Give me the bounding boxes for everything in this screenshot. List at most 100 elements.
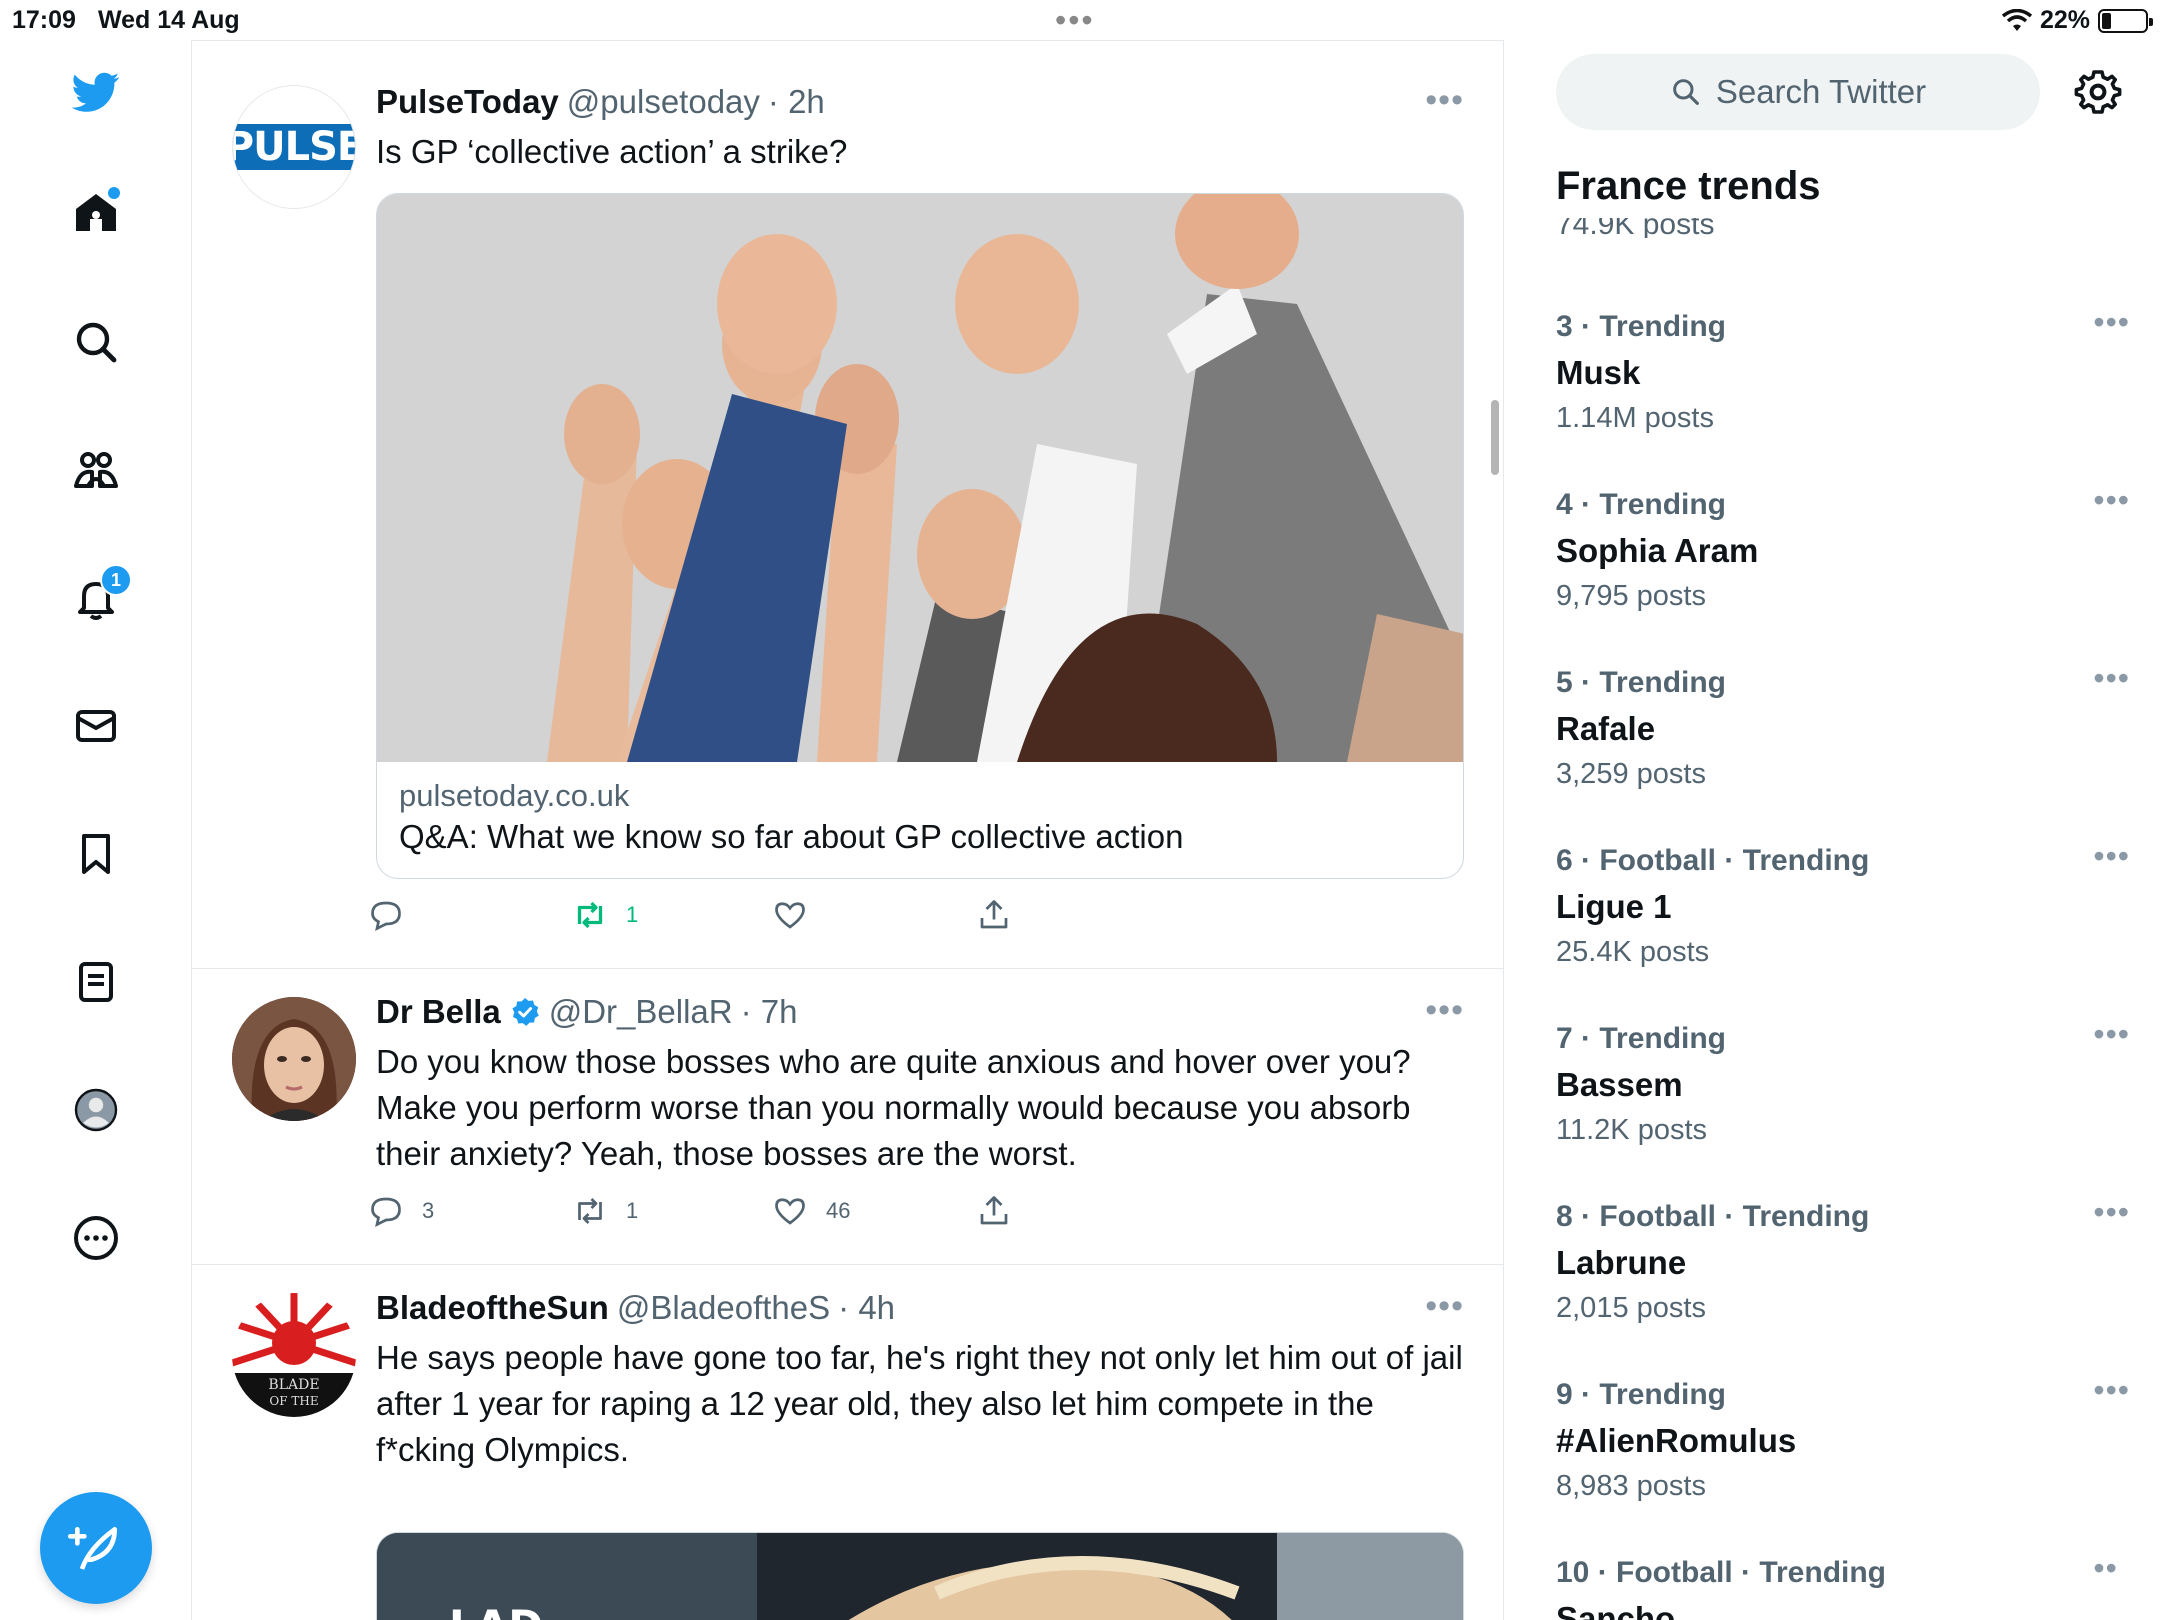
tweet-time[interactable]: · 7h xyxy=(741,993,798,1031)
pulse-logo: PULSE xyxy=(233,124,355,170)
trend-name: Rafale xyxy=(1556,710,1656,747)
verified-badge-icon xyxy=(512,998,539,1026)
like-button[interactable] xyxy=(772,897,826,933)
tweet-more-icon[interactable]: ••• xyxy=(1425,81,1464,120)
trend-more-icon[interactable]: ••• xyxy=(2093,1016,2130,1053)
share-icon xyxy=(980,1196,1008,1225)
tweet-text: Is GP ‘collective action’ a strike? xyxy=(376,133,848,170)
retweet-icon xyxy=(577,901,603,929)
reply-button[interactable]: 3 xyxy=(368,1193,434,1229)
card-image-raised-fists xyxy=(377,194,1463,762)
twitter-logo-icon[interactable] xyxy=(66,62,126,122)
compose-tweet-button[interactable] xyxy=(40,1492,152,1604)
reply-count: 3 xyxy=(422,1198,435,1223)
trend-meta: 3 · Trending xyxy=(1556,310,1727,343)
trend-more-icon[interactable]: ••• xyxy=(2093,482,2130,519)
trend-item[interactable]: 9 · Trending #AlienRomulus 8,983 posts •… xyxy=(1556,1372,2129,1548)
tweet-actions: 3 1 46 xyxy=(371,1193,1276,1233)
avatar-portrait xyxy=(232,997,356,1121)
trend-count: 25.4K posts xyxy=(1556,936,1710,968)
trend-count: 11.2K posts xyxy=(1556,1114,1708,1146)
retweet-count: 1 xyxy=(626,902,639,927)
card-title: Q&A: What we know so far about GP collec… xyxy=(399,818,1184,855)
wifi-icon xyxy=(2001,8,2032,31)
timeline-feed[interactable]: PULSE PulseToday @pulsetoday · 2h ••• Is… xyxy=(192,40,1504,1620)
trend-item[interactable]: 3 · Trending Musk 1.14M posts ••• xyxy=(1556,304,2129,480)
trend-name: Sancho xyxy=(1556,1600,1676,1620)
trend-item[interactable]: 4 · Trending Sophia Aram 9,795 posts ••• xyxy=(1556,482,2129,658)
search-icon xyxy=(1673,79,1699,105)
trend-name: Bassem xyxy=(1556,1066,1683,1103)
author-name[interactable]: PulseToday xyxy=(376,83,559,121)
trend-name: #AlienRomulus xyxy=(1556,1422,1797,1459)
author-name[interactable]: Dr Bella xyxy=(376,993,501,1031)
communities-icon[interactable] xyxy=(66,440,126,500)
tweet-header: Dr Bella @Dr_BellaR · 7h xyxy=(376,993,797,1031)
author-name[interactable]: BladeoftheSun xyxy=(376,1289,609,1327)
retweet-button[interactable]: 1 xyxy=(572,1193,638,1229)
trend-name: Ligue 1 xyxy=(1556,888,1672,925)
tweet-text: Do you know those bosses who are quite a… xyxy=(376,1043,1411,1172)
tweet-more-icon[interactable]: ••• xyxy=(1425,1287,1464,1326)
like-heart-icon xyxy=(775,902,805,929)
tweet-avatar[interactable] xyxy=(232,997,356,1121)
tweet-text: He says people have gone too far, he's r… xyxy=(376,1339,1463,1468)
tweet-more-icon[interactable]: ••• xyxy=(1425,991,1464,1030)
tweet-time[interactable]: · 4h xyxy=(838,1289,895,1327)
trend-item[interactable]: 8 · Football · Trending Labrune 2,015 po… xyxy=(1556,1194,2129,1370)
explore-search-icon[interactable] xyxy=(66,312,126,372)
rising-sun-avatar: BLADE OF THE xyxy=(232,1293,356,1417)
tweet[interactable]: BLADE OF THE BladeoftheSun @BladeoftheS … xyxy=(192,1265,1503,1620)
trend-count: 2,015 posts xyxy=(1556,1292,1706,1324)
reply-button[interactable] xyxy=(368,897,422,933)
feed-scrollbar[interactable] xyxy=(1491,400,1499,475)
trend-item[interactable]: 10 · Football · Trending Sancho ••• xyxy=(1556,1556,2116,1620)
tweet[interactable]: Dr Bella @Dr_BellaR · 7h ••• Do you know… xyxy=(192,969,1503,1265)
battery-percent: 22% xyxy=(2039,6,2090,34)
trend-more-icon[interactable]: ••• xyxy=(2093,660,2130,697)
tweet[interactable]: PULSE PulseToday @pulsetoday · 2h ••• Is… xyxy=(192,41,1503,969)
like-count: 46 xyxy=(826,1198,851,1223)
trend-item[interactable]: 5 · Trending Rafale 3,259 posts ••• xyxy=(1556,660,2129,836)
trend-more-icon[interactable]: ••• xyxy=(2093,1372,2130,1409)
trend-more-icon[interactable]: ••• xyxy=(2093,838,2130,875)
trend-name: Labrune xyxy=(1556,1244,1687,1281)
home-icon[interactable] xyxy=(66,183,126,243)
battery-fill xyxy=(2102,12,2111,29)
share-button[interactable] xyxy=(976,1193,1012,1229)
trend-item[interactable]: 7 · Trending Bassem 11.2K posts ••• xyxy=(1556,1016,2129,1192)
status-bar: 17:09 Wed 14 Aug ••• 22% xyxy=(0,0,2160,40)
bookmarks-icon[interactable] xyxy=(66,824,126,884)
status-time: 17:09 xyxy=(12,6,76,34)
trend-more-icon[interactable]: ••• xyxy=(2093,304,2130,341)
tweet-actions: 1 xyxy=(371,897,1276,937)
multitasking-dots-icon[interactable]: ••• xyxy=(1055,2,1095,39)
profile-avatar-icon[interactable] xyxy=(66,1080,126,1140)
tweet-media[interactable]: LAD BIBLE xyxy=(376,1532,1464,1620)
notifications-bell-icon[interactable]: 1 xyxy=(66,564,132,628)
trend-item[interactable]: 6 · Football · Trending Ligue 1 25.4K po… xyxy=(1556,838,2129,1014)
settings-gear-icon[interactable] xyxy=(2074,68,2122,116)
tweet-avatar[interactable]: PULSE xyxy=(232,85,356,209)
search-input[interactable]: Search Twitter xyxy=(1556,54,2040,130)
author-handle[interactable]: @Dr_BellaR xyxy=(549,993,733,1031)
trend-more-icon[interactable]: ••• xyxy=(2093,1194,2130,1231)
like-button[interactable]: 46 xyxy=(772,1193,850,1229)
reply-icon xyxy=(371,1197,401,1227)
link-card[interactable]: pulsetoday.co.uk Q&A: What we know so fa… xyxy=(376,193,1464,879)
author-handle[interactable]: @pulsetoday xyxy=(567,83,760,121)
trend-count: 9,795 posts xyxy=(1556,580,1706,612)
more-options-icon[interactable] xyxy=(66,1208,126,1268)
share-button[interactable] xyxy=(976,897,1012,933)
trend-name: Sophia Aram xyxy=(1556,532,1759,569)
trend-meta: 9 · Trending xyxy=(1556,1378,1727,1411)
author-handle[interactable]: @BladeoftheS xyxy=(617,1289,830,1327)
trend-more-icon[interactable]: ••• xyxy=(2093,1556,2116,1587)
trend-meta: 8 · Football · Trending xyxy=(1556,1200,1870,1233)
retweet-button[interactable]: 1 xyxy=(572,897,638,933)
lists-icon[interactable] xyxy=(66,952,126,1012)
tweet-time[interactable]: · 2h xyxy=(768,83,825,121)
messages-envelope-icon[interactable] xyxy=(66,696,126,756)
trend-name: Musk xyxy=(1556,354,1641,391)
tweet-avatar[interactable]: BLADE OF THE xyxy=(232,1293,356,1417)
